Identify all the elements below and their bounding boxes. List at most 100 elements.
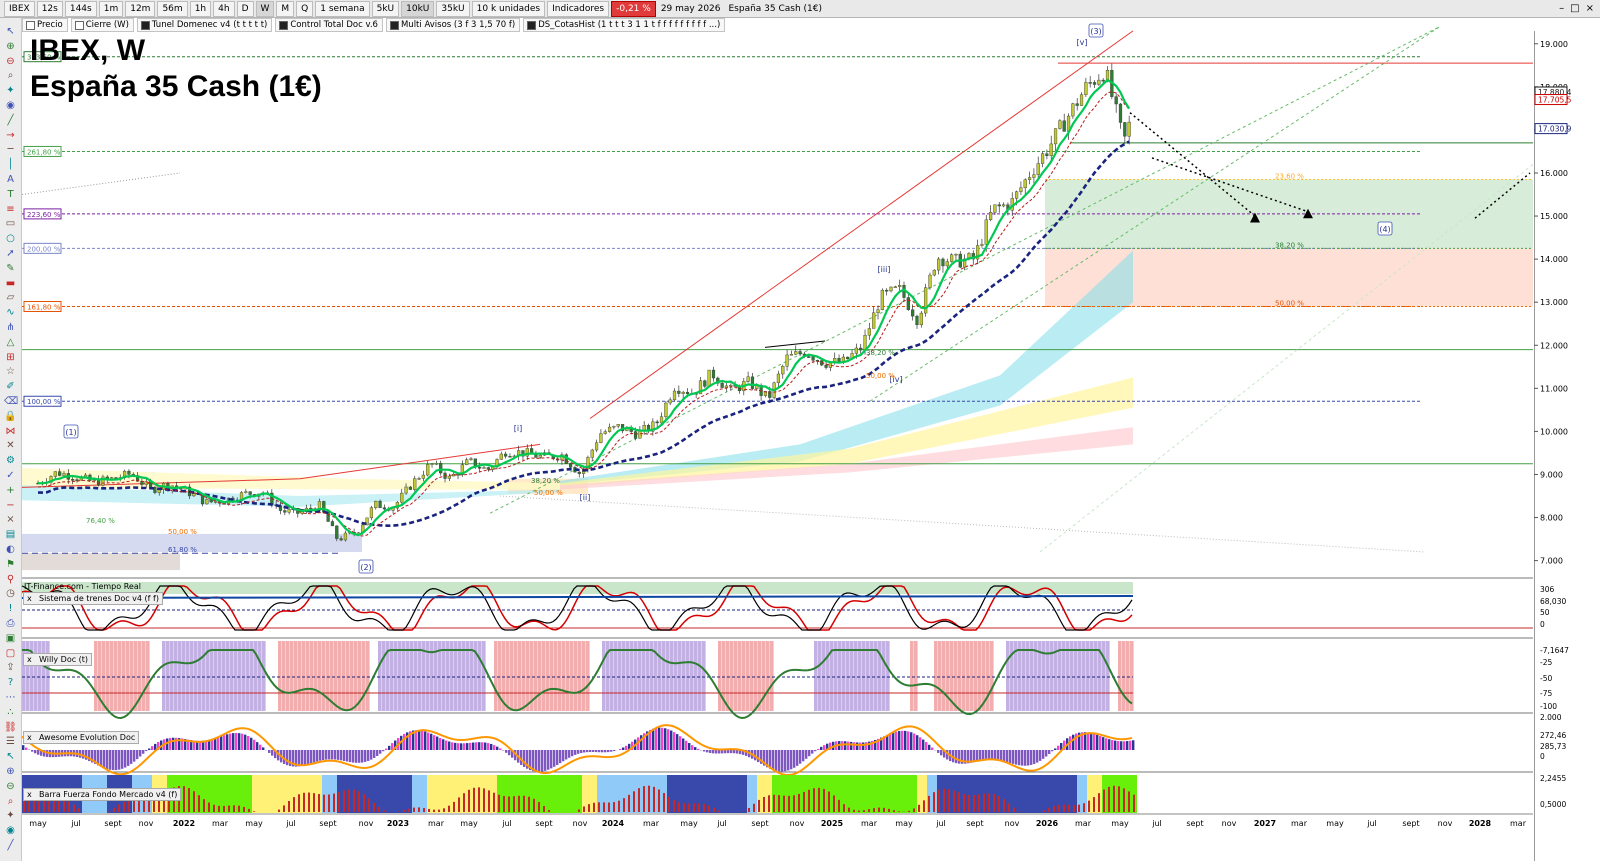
awesome-bar [820, 746, 823, 750]
panel-awesome-label[interactable]: Awesome Evolution Doc [23, 731, 140, 744]
candle-body [750, 376, 755, 389]
willy-bar [574, 641, 578, 711]
fuerza-block [572, 775, 577, 813]
panel-2-axis-2: 285,73 [1540, 742, 1566, 751]
awesome-bar [994, 750, 997, 760]
candle-body [339, 538, 343, 541]
fuerza-block [882, 775, 887, 813]
awesome-bar [814, 750, 817, 752]
willy-bar [546, 641, 550, 711]
chart-subtitle: España 35 Cash (1€) [30, 70, 322, 103]
willy-bar [1010, 641, 1014, 711]
fuerza-bar [988, 793, 990, 812]
awesome-bar [112, 750, 115, 771]
awesome-bar [1129, 740, 1132, 750]
fuerza-bar [598, 802, 600, 812]
willy-bar [746, 641, 750, 711]
fuerza-bar [238, 805, 240, 812]
awesome-bar [670, 730, 673, 750]
willy-bar [954, 641, 958, 711]
chart-canvas[interactable]: 323,60 %261,80 %223,60 %200,00 %161,80 %… [0, 0, 1600, 861]
willy-bar [198, 641, 202, 711]
candle-body [213, 501, 218, 503]
fuerza-bar [798, 793, 800, 812]
panel-willy-label[interactable]: Willy Doc (t) [23, 653, 93, 666]
willy-bar [114, 641, 118, 711]
willy-bar [314, 641, 318, 711]
panel-trenes-label[interactable]: Sistema de trenes Doc v4 (f f) [23, 592, 163, 605]
willy-bar [666, 641, 670, 711]
willy-bar [554, 641, 558, 711]
candle-body [594, 442, 599, 451]
fuerza-bar [138, 799, 140, 812]
willy-bar [866, 641, 870, 711]
fuerza-block [1022, 775, 1027, 813]
willy-bar [702, 641, 706, 711]
wave-label-1: (2) [360, 563, 371, 572]
candle-body [633, 431, 638, 439]
fuerza-block [1037, 775, 1042, 813]
fuerza-bar [1103, 789, 1105, 812]
awesome-bar [463, 743, 466, 750]
awesome-bar [712, 750, 715, 754]
awesome-bar [373, 750, 376, 758]
awesome-bar [319, 750, 322, 761]
panel-2-axis-0: 2.000 [1540, 713, 1562, 722]
candle-body [659, 416, 664, 424]
willy-bar [806, 641, 810, 711]
awesome-bar [238, 733, 241, 750]
candle-body [672, 390, 677, 401]
fuerza-bar [438, 809, 440, 812]
wave-label-2: (3) [1090, 27, 1101, 36]
fuerza-block [722, 775, 727, 813]
awesome-bar [940, 750, 943, 756]
candle-body [482, 467, 486, 469]
candle-body [911, 309, 915, 317]
awesome-bar [22, 745, 25, 750]
fib-tag-5: 100,00 % [23, 395, 62, 407]
willy-bar [838, 641, 842, 711]
awesome-bar [1105, 738, 1108, 750]
x-label-12: may [460, 819, 478, 828]
fuerza-bar [453, 801, 455, 812]
candle-body [382, 507, 386, 510]
awesome-bar [571, 750, 574, 757]
fib-tag-1: 261,80 % [23, 145, 62, 157]
fuerza-bar [748, 807, 750, 812]
panel-barra-label[interactable]: Barra Fuerza Fondo Mercado v4 (f) [23, 788, 182, 801]
fuerza-bar [308, 792, 310, 812]
awesome-bar [130, 750, 133, 764]
awesome-bar [355, 750, 358, 763]
awesome-bar [223, 735, 226, 750]
willy-bar [178, 641, 182, 711]
candle-body [1014, 191, 1019, 199]
awesome-bar [982, 750, 985, 761]
candle-body [205, 499, 209, 505]
awesome-bar [241, 733, 244, 750]
awesome-bar [1012, 750, 1015, 764]
fuerza-bar [458, 797, 460, 812]
willy-bar [1066, 641, 1070, 711]
panel-3-axis-1: 0,5000 [1540, 800, 1566, 809]
fuerza-block [1017, 775, 1022, 813]
fuerza-bar [403, 810, 405, 812]
willy-bar [106, 641, 110, 711]
fuerza-bar [803, 791, 805, 812]
candle-body [1127, 121, 1131, 137]
fuerza-block [392, 775, 397, 813]
awesome-bar [310, 750, 313, 764]
candle-body [776, 373, 781, 384]
awesome-bar [343, 750, 346, 761]
willy-bar [290, 641, 294, 711]
willy-bar [482, 641, 486, 711]
willy-bar [966, 641, 970, 711]
candle-body [711, 369, 716, 379]
trenes-blue-line [21, 595, 1134, 599]
x-label-31: jul [1151, 819, 1162, 828]
fuerza-bar [698, 803, 700, 812]
willy-bar [1018, 641, 1022, 711]
retracement-label-0: 23,60 % [1275, 172, 1304, 180]
willy-bar [242, 641, 246, 711]
fuerza-bar [188, 788, 190, 812]
willy-bar [854, 641, 858, 711]
